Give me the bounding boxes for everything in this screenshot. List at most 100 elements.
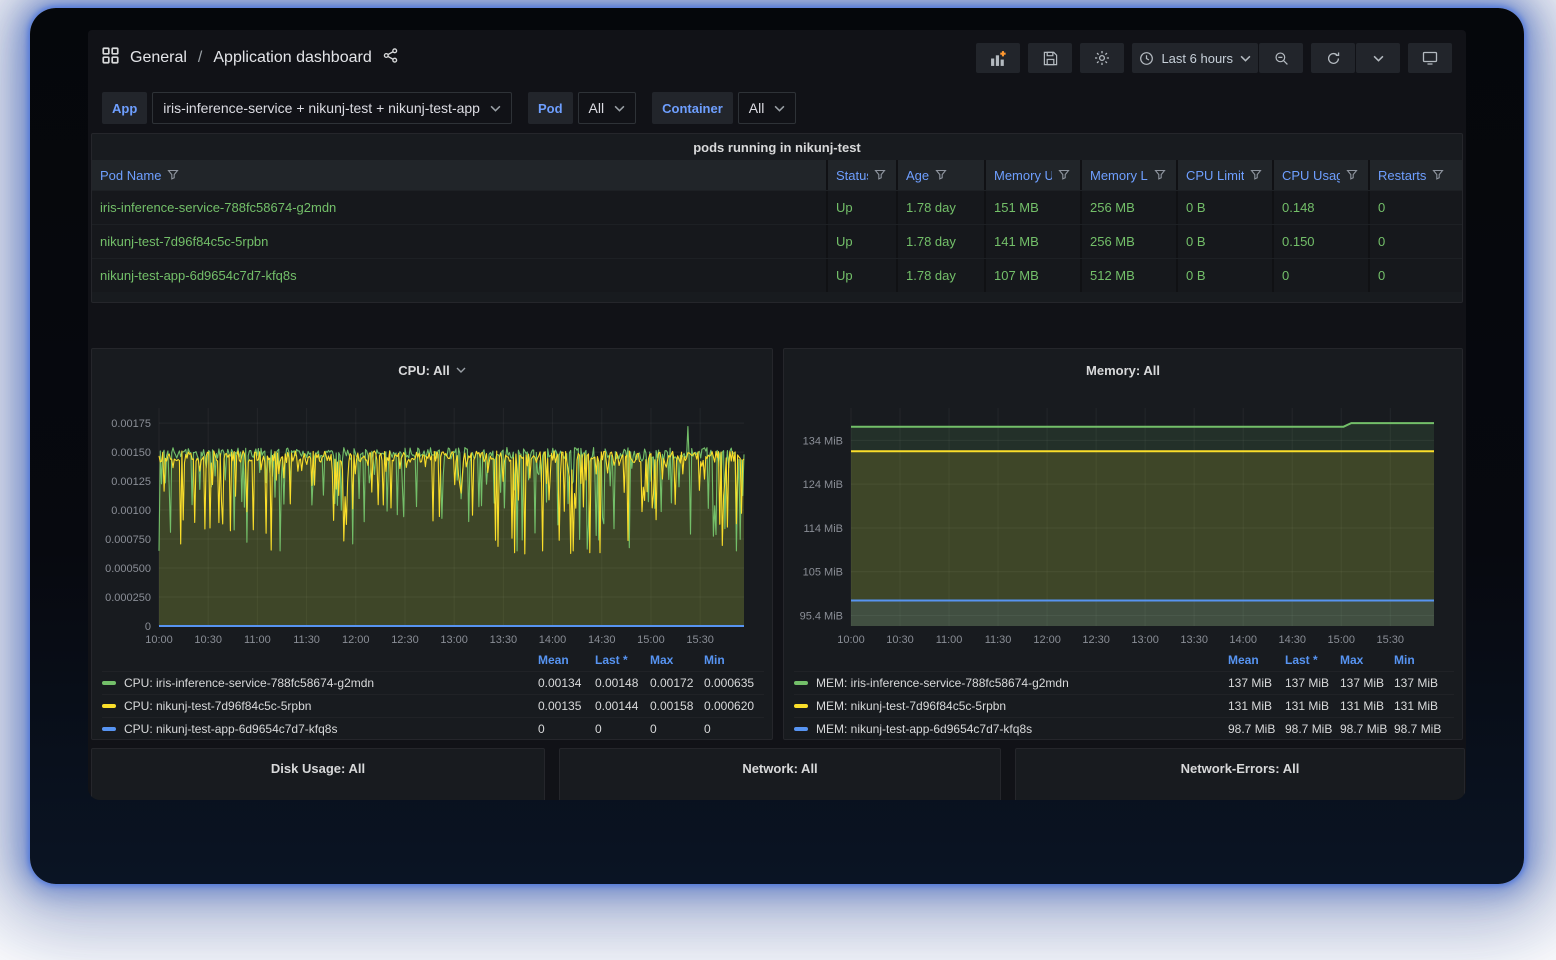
svg-text:0.000500: 0.000500 xyxy=(105,563,151,575)
pods-table-panel-title[interactable]: pods running in nikunj-test xyxy=(92,134,1462,160)
disk-usage-panel-title[interactable]: Disk Usage: All xyxy=(92,749,544,781)
legend-stat-min: 0 xyxy=(704,722,764,736)
svg-text:12:30: 12:30 xyxy=(1082,634,1110,646)
container-filter-dropdown[interactable]: All xyxy=(738,92,797,124)
pod-name-cell[interactable]: iris-inference-service-788fc58674-g2mdn xyxy=(92,191,828,224)
column-header-memory-limit[interactable]: Memory Limit xyxy=(1082,160,1178,190)
legend-stat-min: 0.000635 xyxy=(704,676,764,690)
column-header-cpu-usage[interactable]: CPU Usage xyxy=(1274,160,1370,190)
legend-series-label[interactable]: CPU: nikunj-test-7d96f84c5c-5rpbn xyxy=(102,699,538,713)
app-filter-label: App xyxy=(102,92,147,124)
series-color-swatch xyxy=(102,704,116,708)
column-header-restarts[interactable]: Restarts xyxy=(1370,160,1462,190)
filter-icon[interactable] xyxy=(1432,169,1444,181)
zoom-out-time-button[interactable] xyxy=(1259,43,1303,73)
svg-text:114 MiB: 114 MiB xyxy=(803,523,843,535)
pod-filter: Pod All xyxy=(528,92,636,124)
refresh-controls xyxy=(1311,43,1400,73)
breadcrumb-section[interactable]: General xyxy=(130,49,187,67)
save-dashboard-button[interactable] xyxy=(1028,43,1072,73)
pods-table: Pod Name StatusAge Memory Usage Memory Limi… xyxy=(92,160,1462,292)
network-errors-panel-title[interactable]: Network-Errors: All xyxy=(1016,749,1464,781)
legend-header-mean[interactable]: Mean xyxy=(538,653,595,667)
memory-chart-panel: Memory: All 134 MiB124 MiB114 MiB105 MiB… xyxy=(783,348,1463,740)
filter-icon[interactable] xyxy=(935,169,947,181)
table-row: nikunj-test-app-6d9654c7d7-kfq8sUp1.78 d… xyxy=(92,258,1462,292)
table-cell: 151 MB xyxy=(986,191,1082,224)
legend-stat-last: 131 MiB xyxy=(1285,699,1340,713)
pod-name-cell[interactable]: nikunj-test-7d96f84c5c-5rpbn xyxy=(92,225,828,258)
svg-text:11:00: 11:00 xyxy=(244,634,271,646)
filter-icon[interactable] xyxy=(167,169,179,181)
column-header-label: Pod Name xyxy=(100,168,161,183)
legend-stat-mean: 137 MiB xyxy=(1228,676,1285,690)
app-filter: App iris-inference-service + nikunj-test… xyxy=(102,92,512,124)
legend-header-mean[interactable]: Mean xyxy=(1228,653,1285,667)
svg-text:14:30: 14:30 xyxy=(1278,634,1306,646)
grafana-dashboard: General / Application dashboard xyxy=(88,30,1466,800)
chevron-down-icon xyxy=(490,105,501,112)
legend-series-label[interactable]: MEM: iris-inference-service-788fc58674-g… xyxy=(794,676,1228,690)
legend-stat-last: 98.7 MiB xyxy=(1285,722,1340,736)
legend-series-label[interactable]: MEM: nikunj-test-7d96f84c5c-5rpbn xyxy=(794,699,1228,713)
column-header-label: Memory Usage xyxy=(994,168,1052,183)
cpu-chart-panel: CPU: All 0.001750.001500.001250.001000.0… xyxy=(91,348,773,740)
legend-stat-last: 0.00148 xyxy=(595,676,650,690)
pod-filter-dropdown[interactable]: All xyxy=(578,92,637,124)
pod-name-cell[interactable]: nikunj-test-app-6d9654c7d7-kfq8s xyxy=(92,259,828,292)
legend-stat-mean: 0 xyxy=(538,722,595,736)
cpu-legend-header: MeanLast *MaxMin xyxy=(102,649,764,671)
series-color-swatch xyxy=(794,681,808,685)
table-cell: 0 xyxy=(1370,225,1462,258)
legend-series-label[interactable]: CPU: nikunj-test-app-6d9654c7d7-kfq8s xyxy=(102,722,538,736)
kiosk-mode-button[interactable] xyxy=(1408,43,1452,73)
filter-icon[interactable] xyxy=(1346,169,1358,181)
filter-icon[interactable] xyxy=(1250,169,1262,181)
refresh-interval-dropdown[interactable] xyxy=(1356,43,1400,73)
legend-stat-min: 98.7 MiB xyxy=(1394,722,1454,736)
app-filter-dropdown[interactable]: iris-inference-service + nikunj-test + n… xyxy=(152,92,512,124)
dashboard-settings-button[interactable] xyxy=(1080,43,1124,73)
legend-row: CPU: nikunj-test-7d96f84c5c-5rpbn0.00135… xyxy=(102,694,764,717)
series-color-swatch xyxy=(794,704,808,708)
chevron-down-icon xyxy=(614,105,625,112)
table-cell: 141 MB xyxy=(986,225,1082,258)
legend-stat-max: 0.00172 xyxy=(650,676,704,690)
time-range-picker[interactable]: Last 6 hours xyxy=(1132,43,1258,73)
legend-header-last[interactable]: Last * xyxy=(1285,653,1340,667)
legend-series-label[interactable]: MEM: nikunj-test-app-6d9654c7d7-kfq8s xyxy=(794,722,1228,736)
filter-icon[interactable] xyxy=(1058,169,1070,181)
column-header-age[interactable]: Age xyxy=(898,160,986,190)
refresh-button[interactable] xyxy=(1311,43,1355,73)
legend-header-min[interactable]: Min xyxy=(1394,653,1454,667)
column-header-memory-usage[interactable]: Memory Usage xyxy=(986,160,1082,190)
svg-text:0.00125: 0.00125 xyxy=(111,476,151,488)
column-header-label: Memory Limit xyxy=(1090,168,1148,183)
legend-header-max[interactable]: Max xyxy=(650,653,704,667)
svg-text:12:00: 12:00 xyxy=(342,634,370,646)
legend-row: CPU: nikunj-test-app-6d9654c7d7-kfq8s000… xyxy=(102,717,764,740)
legend-header-max[interactable]: Max xyxy=(1340,653,1394,667)
svg-text:0.00175: 0.00175 xyxy=(111,418,151,430)
dashboards-grid-icon[interactable] xyxy=(102,47,119,69)
series-color-swatch xyxy=(102,681,116,685)
network-panel-title[interactable]: Network: All xyxy=(560,749,1000,781)
column-header-status[interactable]: Status xyxy=(828,160,898,190)
dashboard-header: General / Application dashboard xyxy=(88,30,1466,86)
filter-icon[interactable] xyxy=(1154,169,1166,181)
legend-series-label[interactable]: CPU: iris-inference-service-788fc58674-g… xyxy=(102,676,538,690)
filter-icon[interactable] xyxy=(874,169,886,181)
add-panel-button[interactable] xyxy=(976,43,1020,73)
share-icon[interactable] xyxy=(383,48,398,68)
legend-header-last[interactable]: Last * xyxy=(595,653,650,667)
cpu-legend: MeanLast *MaxMin CPU: iris-inference-serv… xyxy=(102,649,764,740)
column-header-pod-name[interactable]: Pod Name xyxy=(92,160,828,190)
table-cell: 0 xyxy=(1274,259,1370,292)
memory-legend-header: MeanLast *MaxMin xyxy=(794,649,1454,671)
legend-stat-max: 0 xyxy=(650,722,704,736)
legend-header-min[interactable]: Min xyxy=(704,653,764,667)
table-cell: Up xyxy=(828,191,898,224)
column-header-cpu-limit[interactable]: CPU Limit xyxy=(1178,160,1274,190)
legend-series-name: CPU: nikunj-test-app-6d9654c7d7-kfq8s xyxy=(124,722,337,736)
breadcrumb-page-title[interactable]: Application dashboard xyxy=(213,49,371,67)
